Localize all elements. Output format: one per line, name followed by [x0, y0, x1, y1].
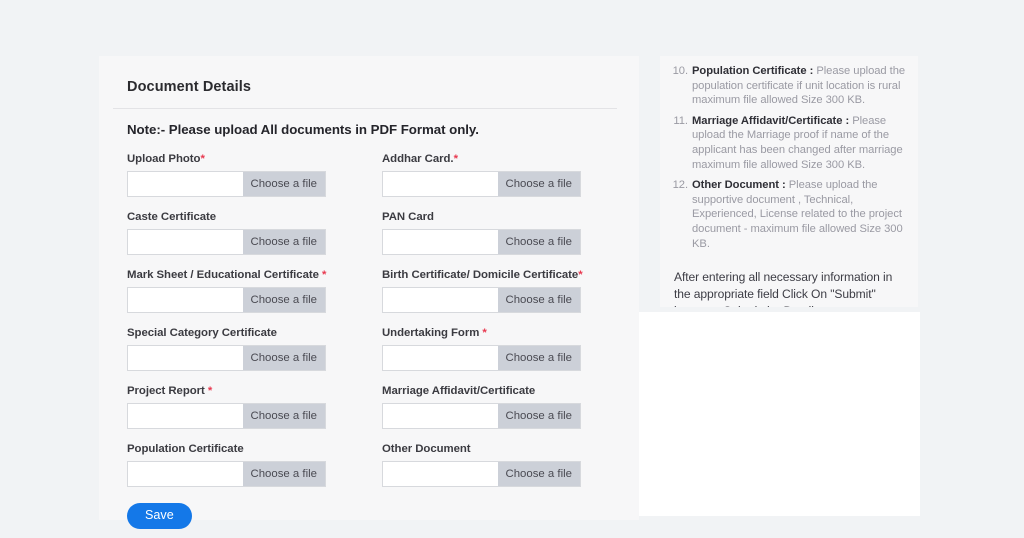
file-name-input[interactable]	[128, 172, 243, 196]
file-upload-control[interactable]: Choose a file	[382, 229, 581, 255]
document-field: Project Report * Choose a file	[113, 385, 368, 429]
field-label: Upload Photo*	[127, 153, 368, 165]
file-name-input[interactable]	[383, 172, 498, 196]
document-field: Special Category Certificate Choose a fil…	[113, 327, 368, 371]
document-field: Other Document Choose a file	[368, 443, 623, 487]
choose-a-file-button[interactable]: Choose a file	[242, 172, 325, 196]
document-field: Addhar Card.* Choose a file	[368, 153, 623, 197]
document-field: Caste Certificate Choose a file	[113, 211, 368, 255]
page-root: Document Details Note:- Please upload Al…	[0, 0, 1024, 538]
save-button[interactable]: Save	[127, 503, 192, 529]
choose-a-file-button[interactable]: Choose a file	[242, 462, 325, 486]
required-marker: *	[207, 385, 213, 397]
choose-a-file-button[interactable]: Choose a file	[497, 230, 580, 254]
choose-a-file-button[interactable]: Choose a file	[497, 404, 580, 428]
file-name-input[interactable]	[383, 346, 498, 370]
instructions-footer: After entering all necessary information…	[674, 270, 893, 307]
list-item: 11. Marriage Affidavit/Certificate : Plea…	[660, 114, 912, 172]
file-upload-control[interactable]: Choose a file	[127, 229, 326, 255]
field-label: Special Category Certificate	[127, 327, 368, 339]
choose-a-file-button[interactable]: Choose a file	[242, 346, 325, 370]
required-marker: *	[453, 153, 458, 165]
file-upload-control[interactable]: Choose a file	[127, 287, 326, 313]
choose-a-file-button[interactable]: Choose a file	[497, 462, 580, 486]
file-upload-control[interactable]: Choose a file	[127, 403, 326, 429]
field-label: PAN Card	[382, 211, 623, 223]
file-name-input[interactable]	[383, 230, 498, 254]
list-item-number: 12.	[672, 179, 688, 192]
field-label-text: Marriage Affidavit/Certificate	[382, 385, 536, 397]
choose-a-file-button[interactable]: Choose a file	[497, 288, 580, 312]
file-name-input[interactable]	[128, 230, 243, 254]
field-label-text: Upload Photo	[127, 153, 201, 165]
file-upload-control[interactable]: Choose a file	[127, 461, 326, 487]
field-label: Other Document	[382, 443, 623, 455]
pdf-format-note: Note:- Please upload All documents in PD…	[127, 122, 479, 137]
field-label: Marriage Affidavit/Certificate	[382, 385, 623, 397]
list-item-number: 11.	[673, 114, 688, 127]
choose-a-file-button[interactable]: Choose a file	[497, 172, 580, 196]
field-label-text: Mark Sheet / Educational Certificate	[127, 269, 323, 281]
file-upload-control[interactable]: Choose a file	[382, 171, 581, 197]
file-upload-control[interactable]: Choose a file	[382, 461, 581, 487]
field-label: Caste Certificate	[127, 211, 368, 223]
document-field: Undertaking Form * Choose a file	[368, 327, 623, 371]
field-label-text: Birth Certificate/ Domicile Certificate	[382, 269, 579, 281]
field-label-text: Special Category Certificate	[127, 327, 277, 339]
required-marker: *	[200, 153, 205, 165]
file-upload-control[interactable]: Choose a file	[382, 345, 581, 371]
field-label-text: PAN Card	[382, 211, 434, 223]
file-name-input[interactable]	[128, 288, 243, 312]
list-item: 10. Population Certificate : Please uploa…	[660, 64, 912, 108]
list-item-term: Population Certificate :	[692, 65, 814, 77]
field-label: Project Report *	[127, 385, 368, 397]
empty-side-card	[639, 312, 920, 516]
document-fields-grid: Upload Photo* Choose a file Addhar Card.* C…	[113, 153, 617, 501]
field-label-text: Caste Certificate	[127, 211, 217, 223]
file-upload-control[interactable]: Choose a file	[127, 171, 326, 197]
list-item-number: 10.	[672, 65, 688, 77]
field-label: Population Certificate	[127, 443, 368, 455]
file-upload-control[interactable]: Choose a file	[382, 403, 581, 429]
instructions-list: 10. Population Certificate : Please uploa…	[660, 64, 912, 251]
document-field: Mark Sheet / Educational Certificate * Ch…	[113, 269, 368, 313]
choose-a-file-button[interactable]: Choose a file	[497, 346, 580, 370]
field-label-text: Population Certificate	[127, 443, 244, 455]
required-marker: *	[322, 269, 327, 281]
choose-a-file-button[interactable]: Choose a file	[242, 230, 325, 254]
file-name-input[interactable]	[383, 404, 498, 428]
file-name-input[interactable]	[383, 462, 498, 486]
choose-a-file-button[interactable]: Choose a file	[242, 404, 325, 428]
document-field: Birth Certificate/ Domicile Certificate*…	[368, 269, 623, 313]
required-marker: *	[578, 269, 583, 281]
file-upload-control[interactable]: Choose a file	[127, 345, 326, 371]
save-row: Save	[127, 503, 617, 529]
field-label-text: Other Document	[382, 443, 471, 455]
field-label: Mark Sheet / Educational Certificate *	[127, 269, 368, 281]
file-name-input[interactable]	[128, 346, 243, 370]
document-field: Marriage Affidavit/Certificate Choose a f…	[368, 385, 623, 429]
document-field: PAN Card Choose a file	[368, 211, 623, 255]
list-item-term: Marriage Affidavit/Certificate :	[692, 114, 850, 127]
field-label-text: Undertaking Form	[382, 327, 483, 339]
title-divider	[113, 108, 617, 109]
field-label: Undertaking Form *	[382, 327, 623, 339]
list-item-term: Other Document :	[692, 179, 786, 192]
instructions-panel: 10. Population Certificate : Please uploa…	[660, 56, 918, 307]
list-item: 12. Other Document : Please upload the su…	[660, 178, 912, 251]
required-marker: *	[482, 327, 487, 339]
field-label-text: Project Report	[127, 385, 208, 397]
field-label: Addhar Card.*	[382, 153, 623, 165]
document-field: Population Certificate Choose a file	[113, 443, 368, 487]
field-label-text: Addhar Card.	[382, 153, 454, 165]
file-upload-control[interactable]: Choose a file	[382, 287, 581, 313]
field-label: Birth Certificate/ Domicile Certificate*	[382, 269, 623, 281]
file-name-input[interactable]	[128, 404, 243, 428]
choose-a-file-button[interactable]: Choose a file	[242, 288, 325, 312]
file-name-input[interactable]	[128, 462, 243, 486]
file-name-input[interactable]	[383, 288, 498, 312]
page-title: Document Details	[127, 79, 252, 95]
document-field: Upload Photo* Choose a file	[113, 153, 368, 197]
document-details-card: Document Details Note:- Please upload Al…	[99, 56, 639, 529]
